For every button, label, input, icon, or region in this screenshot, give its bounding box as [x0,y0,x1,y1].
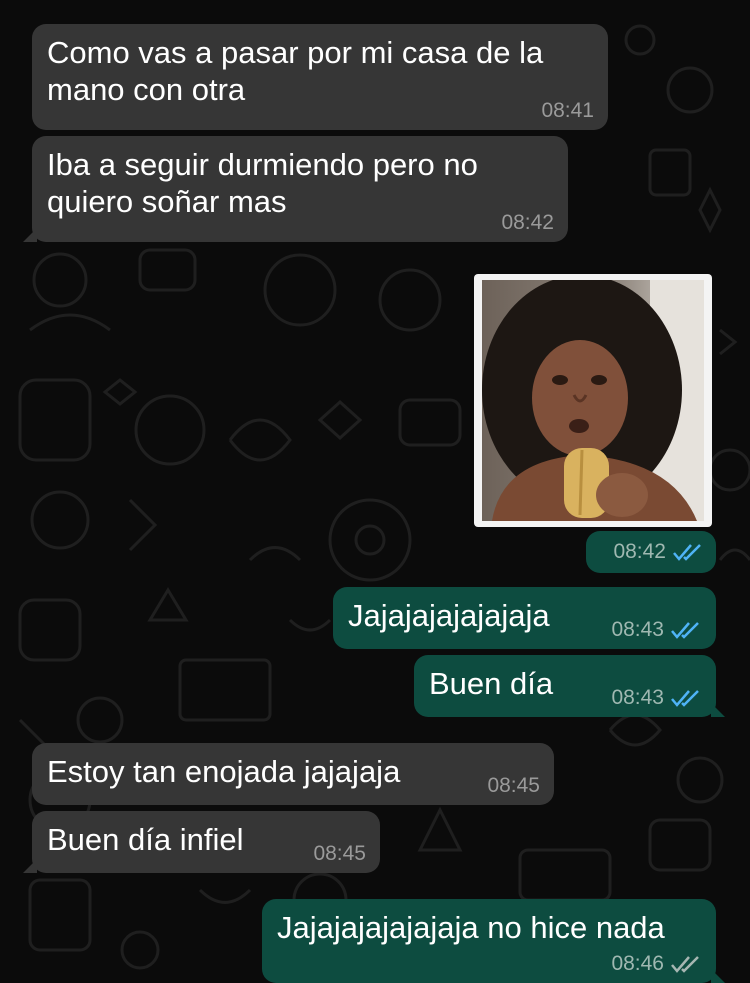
message-bubble-incoming[interactable]: Iba a seguir durmiendo pero no quiero so… [23,136,568,242]
message-meta: 08:45 [313,843,366,865]
image-message[interactable] [474,274,712,527]
message-meta: 08:43 [611,619,702,641]
message-meta: 08:42 [501,212,554,234]
message-time: 08:43 [611,618,664,641]
message-text: Jajajajajajajaja no hice nada [277,910,665,945]
image-time-bubble: 08:42 [586,531,716,573]
message-text: Estoy tan enojada jajajaja [47,754,401,789]
double-check-icon [673,544,701,561]
message-bubble-incoming[interactable]: Estoy tan enojada jajajaja 08:45 [32,743,554,805]
message-time: 08:46 [611,952,664,975]
message-bubble-incoming[interactable]: Como vas a pasar por mi casa de la mano … [32,24,608,130]
message-meta: 08:46 [611,953,702,975]
double-check-icon [671,622,699,639]
message-time: 08:43 [611,686,664,709]
message-text: Como vas a pasar por mi casa de la mano … [47,35,544,107]
message-bubble-incoming[interactable]: Buen día infiel 08:45 [23,811,380,873]
message-time: 08:41 [541,99,594,122]
message-meta: 08:41 [541,100,594,122]
message-time: 08:45 [487,774,540,797]
double-check-icon [671,690,699,707]
message-bubble-outgoing[interactable]: Jajajajajajajaja 08:43 [333,587,716,649]
message-meta: 08:45 [487,775,540,797]
message-text: Iba a seguir durmiendo pero no quiero so… [47,147,478,219]
message-bubble-outgoing[interactable]: Buen día 08:43 [414,655,725,717]
message-time: 08:45 [313,842,366,865]
message-meta: 08:43 [611,687,702,709]
message-time: 08:42 [501,211,554,234]
photo-thumbnail[interactable] [482,280,704,521]
message-meta: 08:42 [613,541,704,563]
double-check-icon [671,956,699,973]
message-bubble-outgoing[interactable]: Jajajajajajajaja no hice nada 08:46 [262,899,725,983]
message-time: 08:42 [613,540,666,563]
